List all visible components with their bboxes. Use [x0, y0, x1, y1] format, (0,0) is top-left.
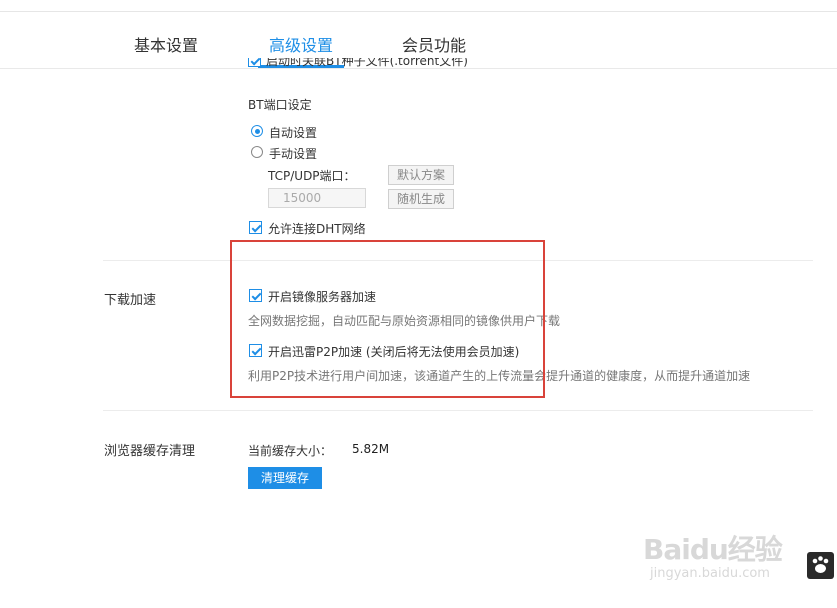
bt-port-title: BT端口设定	[248, 98, 312, 112]
download-accel-title: 下载加速	[104, 293, 157, 308]
auto-setting-radio[interactable]	[251, 125, 263, 137]
cache-size-value: 5.82M	[352, 442, 390, 456]
dht-network-checkbox[interactable]	[249, 221, 262, 234]
watermark-url: jingyan.baidu.com	[650, 566, 770, 581]
tcp-udp-port-label: TCP/UDP端口：	[268, 169, 356, 183]
default-scheme-button[interactable]: 默认方案	[388, 165, 454, 185]
tab-advanced-settings[interactable]: 高级设置	[269, 32, 333, 56]
cache-size-label: 当前缓存大小：	[248, 444, 333, 458]
torrent-association-label: 启动时关联BT种子文件(.torrent文件)	[266, 58, 468, 68]
section-divider	[103, 410, 813, 411]
dht-network-label: 允许连接DHT网络	[268, 222, 366, 236]
paw-logo-icon	[807, 552, 834, 579]
manual-setting-radio[interactable]	[251, 146, 263, 158]
auto-setting-label: 自动设置	[269, 126, 318, 140]
torrent-association-checkbox[interactable]	[248, 58, 261, 67]
tab-member-features[interactable]: 会员功能	[402, 32, 466, 56]
tab-basic-settings[interactable]: 基本设置	[134, 32, 198, 56]
manual-setting-label: 手动设置	[269, 147, 318, 161]
random-generate-button[interactable]: 随机生成	[388, 189, 454, 209]
browser-cache-title: 浏览器缓存清理	[104, 444, 196, 459]
top-strip	[0, 0, 837, 12]
port-number-field[interactable]: 15000	[268, 188, 366, 208]
baidu-jingyan-watermark: Baidu经验	[643, 533, 783, 566]
highlight-annotation-box	[230, 240, 545, 398]
clipped-torrent-association-row: 启动时关联BT种子文件(.torrent文件)	[244, 58, 544, 74]
clear-cache-button[interactable]: 清理缓存	[248, 467, 322, 489]
